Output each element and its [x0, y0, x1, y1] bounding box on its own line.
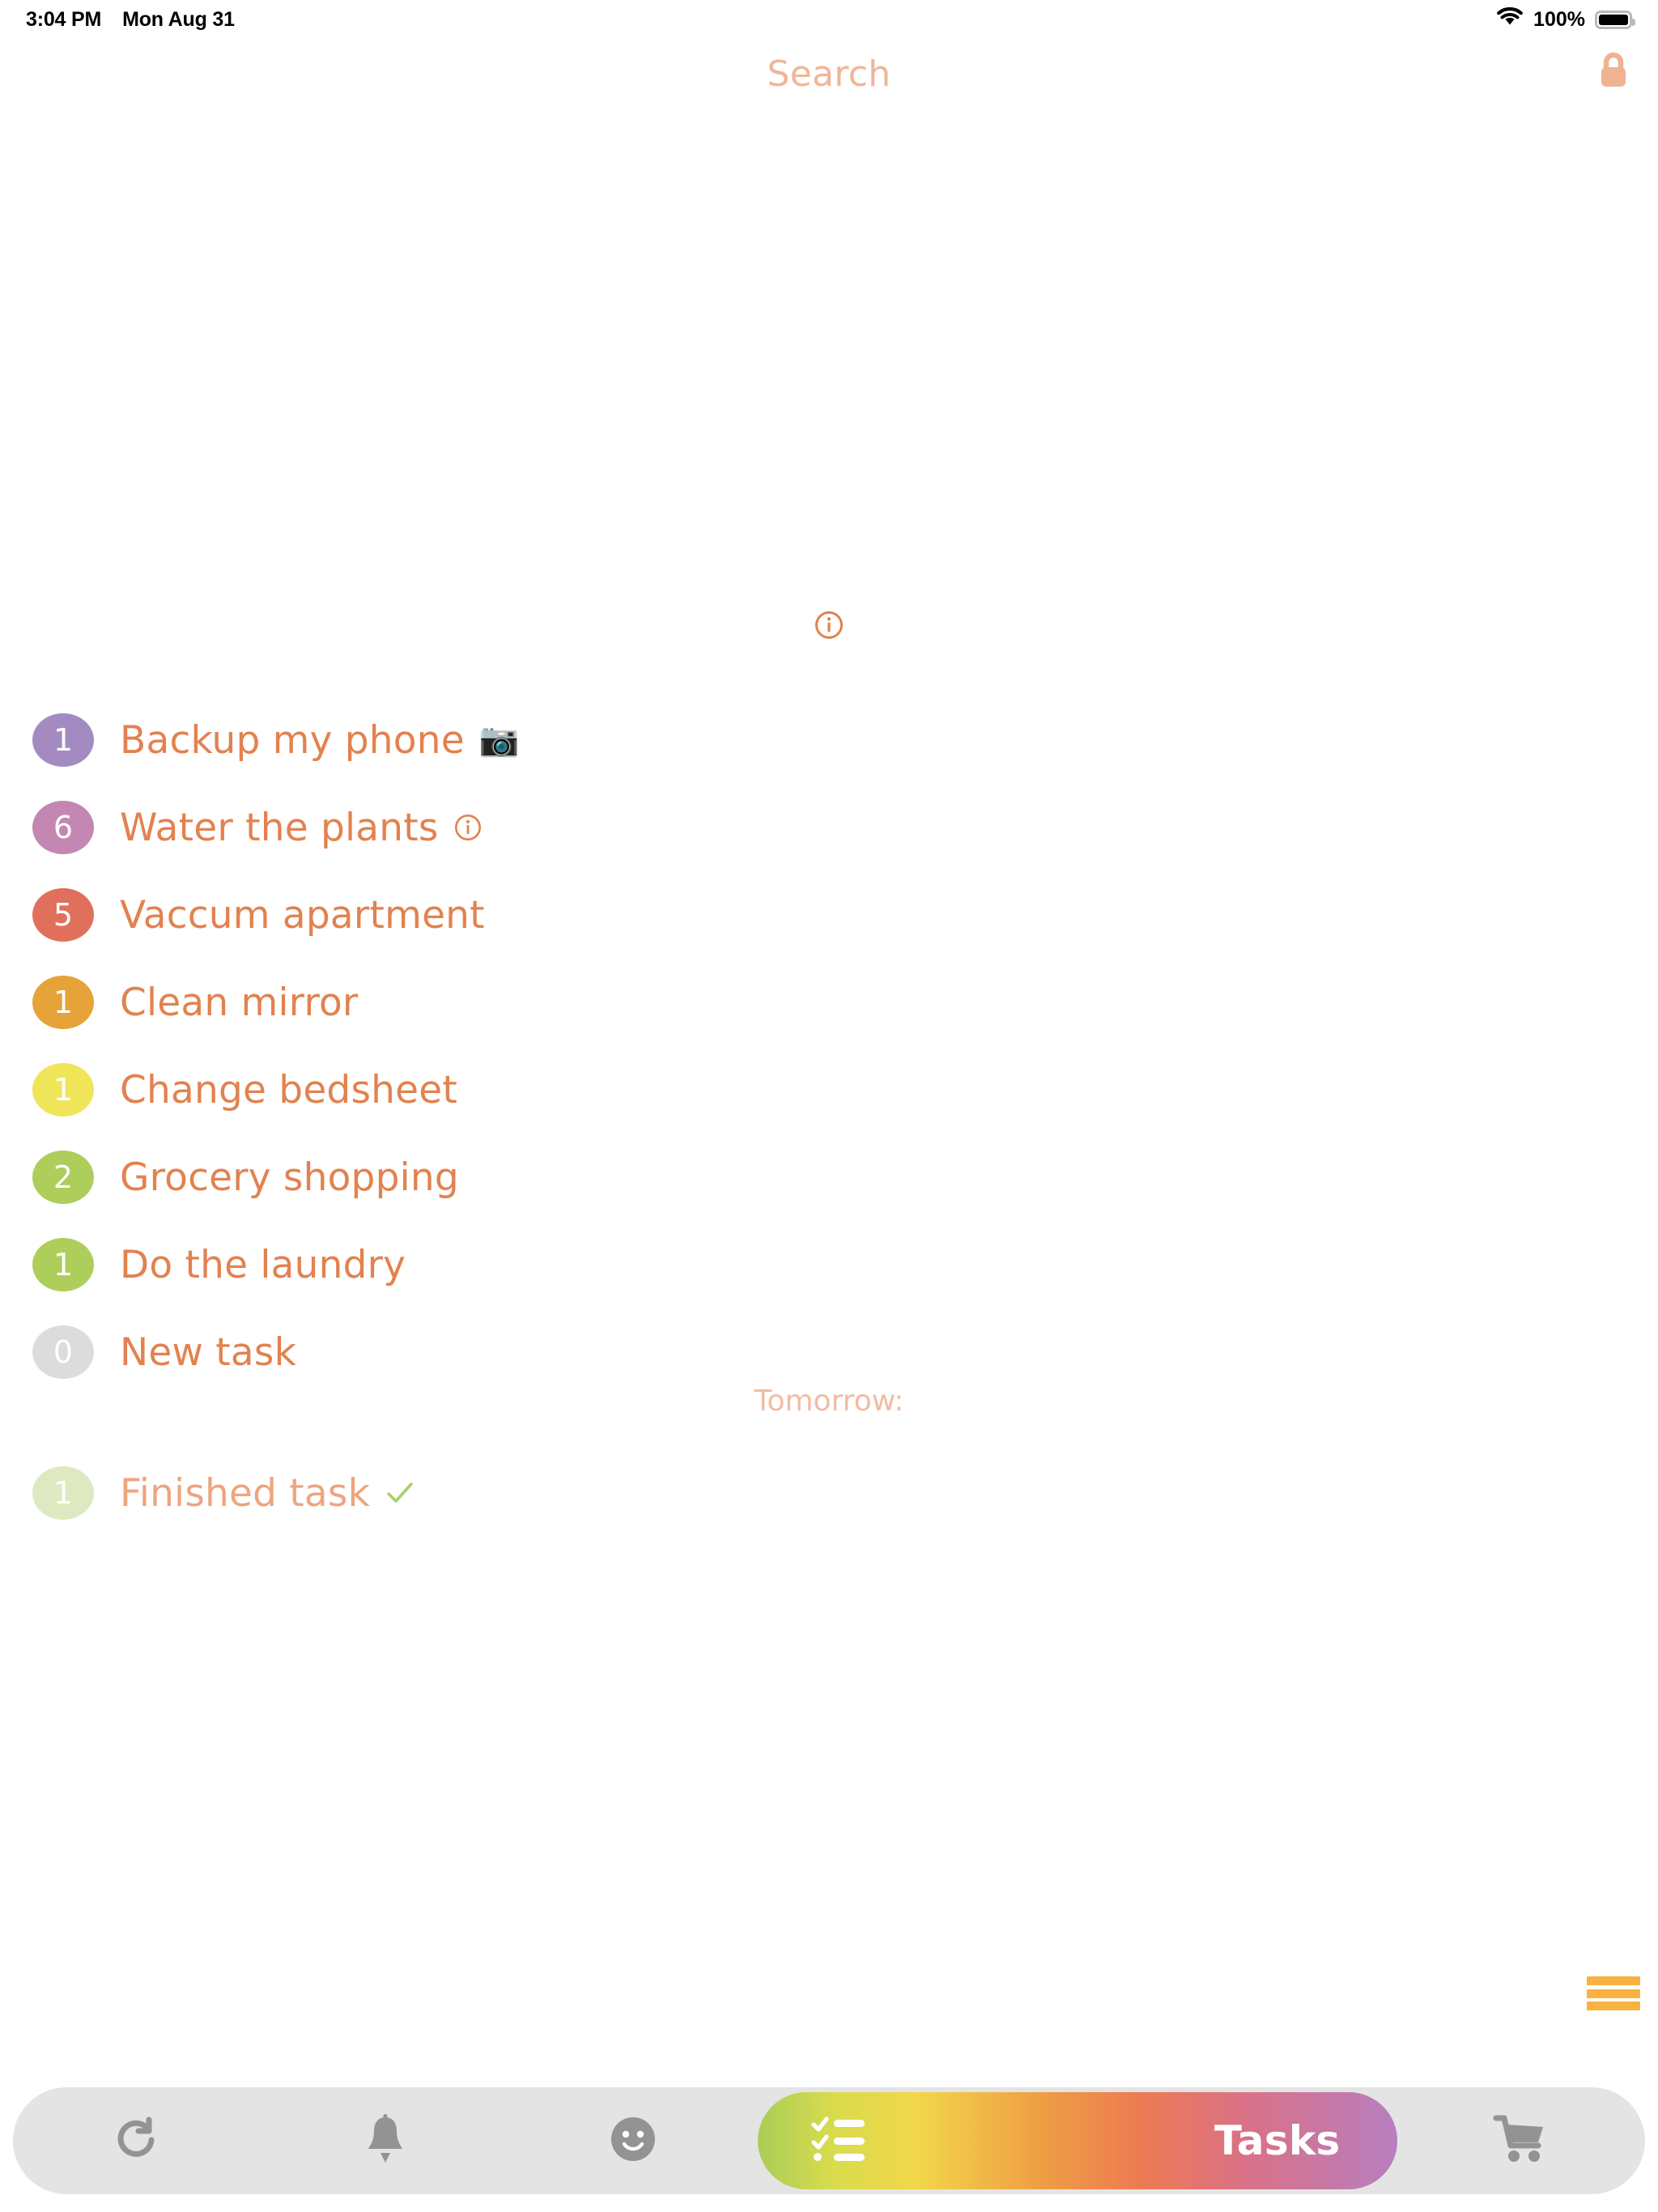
wifi-icon: [1496, 6, 1524, 33]
status-time: 3:04 PM: [26, 7, 102, 31]
battery-full-icon: [1595, 10, 1635, 29]
search-input[interactable]: Search: [0, 53, 1658, 95]
shopping-cart-icon: [1493, 2113, 1550, 2168]
lock-button[interactable]: [1587, 45, 1640, 99]
task-row[interactable]: 5 Vaccum apartment: [32, 871, 1004, 959]
task-row[interactable]: 0 New task: [32, 1308, 1004, 1396]
info-circle-icon[interactable]: [453, 813, 483, 842]
hamburger-bar: [1587, 1989, 1640, 1998]
task-row[interactable]: 2 Grocery shopping: [32, 1134, 1004, 1221]
status-date: Mon Aug 31: [122, 7, 235, 31]
tab-notifications[interactable]: [261, 2087, 510, 2194]
check-mark-icon: [385, 1479, 415, 1507]
task-row[interactable]: 6 Water the plants: [32, 784, 1004, 871]
tab-tasks-label: Tasks: [1214, 2117, 1341, 2164]
task-row[interactable]: 1 Change bedsheet: [32, 1046, 1004, 1134]
task-label: Do the laundry: [120, 1242, 406, 1287]
task-count-badge[interactable]: 1: [32, 1063, 94, 1117]
task-row[interactable]: 1 Do the laundry: [32, 1221, 1004, 1308]
task-count-badge[interactable]: 6: [32, 801, 94, 854]
task-label: Finished task: [120, 1470, 371, 1516]
finished-task-list: 1 Finished task: [32, 1449, 1004, 1537]
task-label: Backup my phone: [120, 717, 465, 763]
task-count-badge[interactable]: 1: [32, 976, 94, 1029]
hamburger-bar: [1587, 1976, 1640, 1985]
task-label: Water the plants: [120, 805, 439, 850]
task-count-badge[interactable]: 1: [32, 1466, 94, 1520]
hamburger-bar: [1587, 2001, 1640, 2010]
task-label: New task: [120, 1329, 296, 1375]
task-count-badge[interactable]: 1: [32, 713, 94, 767]
lock-closed-icon: [1596, 50, 1631, 94]
task-count-badge[interactable]: 1: [32, 1238, 94, 1291]
smiley-face-icon: [607, 2113, 659, 2168]
battery-percent: 100%: [1533, 7, 1585, 31]
task-list: 1 Backup my phone 📷 6 Water the plants 5…: [32, 696, 1004, 1396]
task-row[interactable]: 1 Backup my phone 📷: [32, 696, 1004, 784]
tab-refresh[interactable]: [13, 2087, 261, 2194]
refresh-icon: [112, 2114, 162, 2167]
task-count-badge[interactable]: 2: [32, 1151, 94, 1204]
tab-mood[interactable]: [509, 2087, 758, 2194]
task-label: Grocery shopping: [120, 1155, 459, 1200]
status-bar-left: 3:04 PM Mon Aug 31: [26, 8, 235, 32]
task-label: Clean mirror: [120, 980, 359, 1025]
bell-icon: [360, 2112, 410, 2169]
status-bar-right: 100%: [1496, 6, 1635, 33]
task-count-badge[interactable]: 5: [32, 888, 94, 942]
task-label: Change bedsheet: [120, 1067, 458, 1112]
camera-emoji: 📷: [478, 721, 520, 759]
tomorrow-section-label: Tomorrow:: [754, 1385, 904, 1418]
task-row[interactable]: 1 Clean mirror: [32, 959, 1004, 1046]
info-circle-icon: [814, 610, 844, 644]
tab-shopping[interactable]: [1397, 2087, 1646, 2194]
status-bar: 3:04 PM Mon Aug 31 100%: [0, 0, 1658, 39]
task-row[interactable]: 1 Finished task: [32, 1449, 1004, 1537]
info-button[interactable]: [811, 609, 847, 644]
tab-tasks[interactable]: Tasks: [757, 2092, 1397, 2189]
task-count-badge[interactable]: 0: [32, 1325, 94, 1379]
checklist-icon: [810, 2113, 866, 2168]
task-label: Vaccum apartment: [120, 892, 485, 938]
hamburger-menu-icon[interactable]: [1587, 1972, 1640, 2015]
app-header: Search: [0, 39, 1658, 105]
bottom-tab-bar: Tasks: [13, 2087, 1645, 2194]
